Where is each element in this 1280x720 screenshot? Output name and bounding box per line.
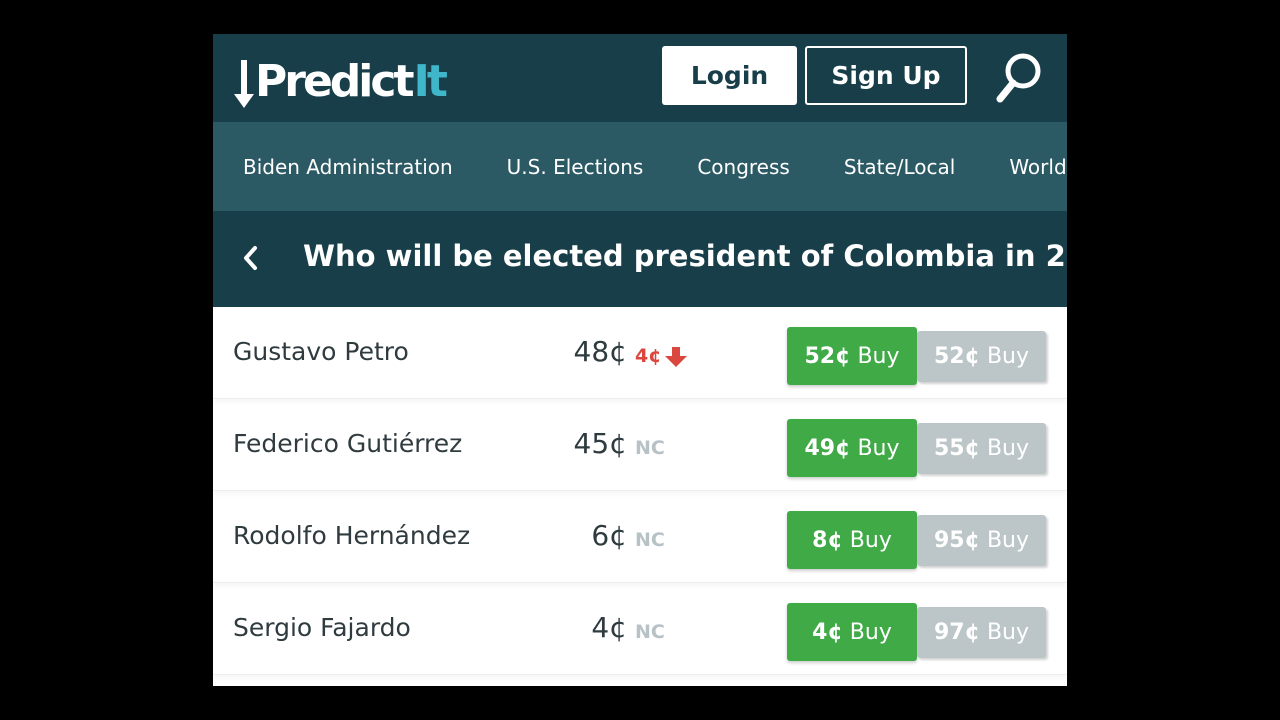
nav-item-state-local[interactable]: State/Local: [844, 155, 956, 179]
buy-yes-button[interactable]: 49¢ Buy: [787, 419, 917, 477]
logo-text-main: Predict: [255, 56, 414, 107]
buy-no-price: 52¢: [934, 344, 980, 369]
contract-name: Sergio Fajardo: [233, 613, 411, 642]
contract-name: Rodolfo Hernández: [233, 521, 471, 550]
contract-row[interactable]: Gustavo Petro 48¢ 4¢ 52¢ Buy 52¢ Buy: [213, 307, 1067, 399]
price-change: NC: [635, 621, 665, 643]
category-nav: Biden Administration U.S. Elections Cong…: [213, 122, 1067, 211]
nav-item-world[interactable]: World: [1009, 155, 1066, 179]
search-icon[interactable]: [994, 51, 1044, 105]
buy-no-label: Buy: [986, 344, 1029, 369]
chevron-left-icon[interactable]: [241, 243, 259, 273]
price-change: 4¢: [635, 345, 688, 368]
site-header: Predict It Login Sign Up: [213, 34, 1067, 122]
buy-yes-label: Buy: [849, 619, 892, 645]
buy-no-price: 95¢: [934, 528, 980, 553]
contract-name: Federico Gutiérrez: [233, 429, 463, 458]
login-button[interactable]: Login: [662, 46, 797, 105]
last-price: 48¢: [573, 335, 627, 368]
buy-no-price: 55¢: [934, 436, 980, 461]
last-price: 6¢: [591, 519, 627, 552]
buy-yes-button[interactable]: 8¢ Buy: [787, 511, 917, 569]
buy-yes-button[interactable]: 4¢ Buy: [787, 603, 917, 661]
buy-yes-price: 52¢: [804, 343, 851, 369]
price-change-value: 4¢: [635, 345, 662, 367]
buy-no-button[interactable]: 97¢ Buy: [917, 607, 1046, 658]
buy-yes-button[interactable]: 52¢ Buy: [787, 327, 917, 385]
last-price: 45¢: [573, 427, 627, 460]
market-title-bar: Who will be elected president of Colombi…: [213, 211, 1067, 307]
last-price: 4¢: [591, 611, 627, 644]
buy-no-price: 97¢: [934, 620, 980, 645]
logo-text-accent: It: [413, 56, 447, 107]
contract-list: Gustavo Petro 48¢ 4¢ 52¢ Buy 52¢ Buy Fed…: [213, 307, 1067, 675]
logo-arrow-icon: [234, 60, 254, 108]
buy-yes-price: 4¢: [812, 619, 843, 645]
arrow-down-icon: [665, 346, 688, 367]
buy-no-label: Buy: [986, 528, 1029, 553]
app-frame: Predict It Login Sign Up Biden Administr…: [213, 34, 1067, 686]
buy-no-button[interactable]: 52¢ Buy: [917, 331, 1046, 382]
signup-button[interactable]: Sign Up: [805, 46, 967, 105]
contract-name: Gustavo Petro: [233, 337, 409, 366]
buy-yes-price: 8¢: [812, 527, 843, 553]
buy-no-button[interactable]: 95¢ Buy: [917, 515, 1046, 566]
nav-item-congress[interactable]: Congress: [697, 155, 790, 179]
buy-no-button[interactable]: 55¢ Buy: [917, 423, 1046, 474]
buy-no-label: Buy: [986, 436, 1029, 461]
buy-yes-label: Buy: [857, 435, 900, 461]
market-title: Who will be elected president of Colombi…: [303, 239, 1067, 273]
nav-item-us-elections[interactable]: U.S. Elections: [507, 155, 644, 179]
contract-row[interactable]: Rodolfo Hernández 6¢ NC 8¢ Buy 95¢ Buy: [213, 491, 1067, 583]
buy-no-label: Buy: [986, 620, 1029, 645]
logo[interactable]: Predict It: [233, 52, 448, 112]
price-change: NC: [635, 437, 665, 459]
buy-yes-label: Buy: [849, 527, 892, 553]
buy-yes-price: 49¢: [804, 435, 851, 461]
nav-item-biden-administration[interactable]: Biden Administration: [243, 155, 453, 179]
price-change: NC: [635, 529, 665, 551]
buy-yes-label: Buy: [857, 343, 900, 369]
contract-row[interactable]: Federico Gutiérrez 45¢ NC 49¢ Buy 55¢ Bu…: [213, 399, 1067, 491]
contract-row[interactable]: Sergio Fajardo 4¢ NC 4¢ Buy 97¢ Buy: [213, 583, 1067, 675]
